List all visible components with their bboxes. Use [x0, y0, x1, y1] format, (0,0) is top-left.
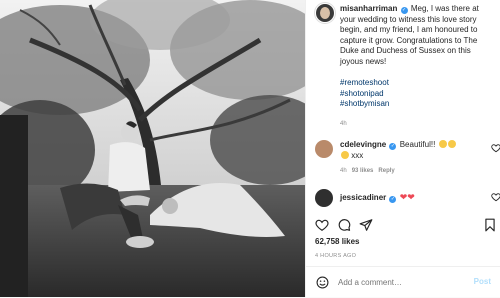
comment-input[interactable] — [338, 276, 458, 289]
comment-likes[interactable]: 93 likes — [352, 168, 374, 174]
comment-text-2: xxx — [351, 150, 364, 160]
verified-icon: ✓ — [400, 7, 408, 14]
comment-time: 4h — [340, 168, 347, 174]
emoji-icon — [438, 140, 447, 148]
photo-image — [0, 0, 305, 297]
caption-username[interactable]: misanharriman — [340, 4, 397, 13]
avatar[interactable] — [315, 3, 335, 23]
comment-text: Beautiful!! — [399, 140, 436, 149]
comment-username[interactable]: cdelevingne — [340, 140, 386, 149]
heart-icon[interactable] — [315, 218, 329, 232]
action-bar — [315, 218, 497, 232]
heart-icon[interactable] — [491, 143, 500, 153]
add-comment-bar: Post — [306, 266, 500, 298]
share-icon[interactable] — [359, 218, 373, 232]
heart-icon[interactable] — [491, 192, 500, 202]
emoji-icon — [447, 140, 456, 148]
hashtag-link[interactable]: #shotbymisan — [340, 99, 495, 110]
verified-icon: ✓ — [389, 196, 397, 203]
post-button[interactable]: Post — [474, 277, 491, 288]
comment-icon[interactable] — [337, 218, 351, 232]
caption-time: 4h — [340, 121, 347, 127]
instagram-post: misanharriman ✓ Meg, I was there at your… — [0, 0, 500, 297]
post-photo[interactable] — [0, 0, 305, 297]
post-sidebar: misanharriman ✓ Meg, I was there at your… — [305, 0, 500, 297]
smile-icon[interactable] — [316, 276, 329, 289]
comment-meta: 4h 93 likes Reply — [340, 166, 480, 177]
comment-body: jessicadiner ✓ ❤❤ — [340, 192, 480, 204]
hashtag-link[interactable]: #shotonipad — [340, 89, 495, 100]
hashtag-link[interactable]: #remoteshoot — [340, 78, 495, 89]
bookmark-icon[interactable] — [483, 218, 497, 232]
post-timestamp: 4 HOURS AGO — [315, 253, 357, 259]
post-caption: misanharriman ✓ Meg, I was there at your… — [340, 4, 495, 110]
reply-button[interactable]: Reply — [378, 168, 394, 174]
comment-body: cdelevingne ✓ Beautiful!! xxx 4h 93 like… — [340, 140, 480, 177]
comment-username[interactable]: jessicadiner — [340, 193, 386, 202]
post-likes[interactable]: 62,758 likes — [315, 237, 359, 248]
caption-text: Meg, I was there at your wedding to witn… — [340, 4, 479, 66]
verified-icon: ✓ — [389, 143, 397, 150]
avatar[interactable] — [315, 140, 333, 158]
comment-text: ❤❤ — [399, 192, 415, 202]
hashtags: #remoteshoot #shotonipad #shotbymisan — [340, 78, 495, 110]
emoji-icon — [341, 150, 349, 159]
avatar[interactable] — [315, 189, 333, 207]
